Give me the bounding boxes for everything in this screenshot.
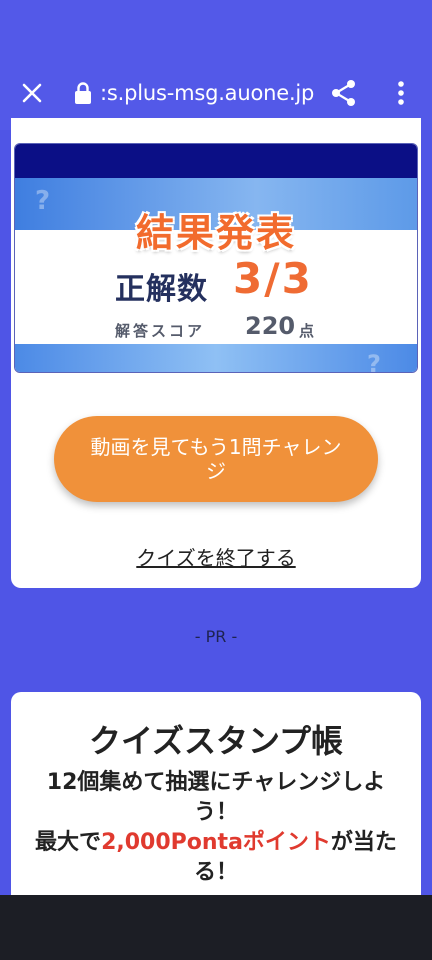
- share-icon: [332, 80, 355, 106]
- address-bar[interactable]: :s.plus-msg.auone.jp: [72, 78, 314, 108]
- browser-toolbar: :s.plus-msg.auone.jp: [0, 0, 432, 130]
- system-navigation-bar: [0, 895, 432, 960]
- close-button[interactable]: [14, 77, 50, 109]
- result-banner: ? ? 結果発表 正解数 3/3 解答スコア 220 点: [14, 143, 418, 373]
- toolbar-row: :s.plus-msg.auone.jp: [0, 68, 432, 118]
- banner-header-strip: [15, 144, 417, 178]
- more-vert-icon: [398, 81, 404, 105]
- points-value: 220: [245, 312, 296, 340]
- points-unit: 点: [299, 322, 315, 340]
- end-quiz-link-wrap: クイズを終了する: [11, 542, 421, 571]
- result-card: ? ? 結果発表 正解数 3/3 解答スコア 220 点 動画を見てもう1問チャ…: [11, 118, 421, 588]
- points-row: 解答スコア 220 点: [15, 312, 417, 342]
- score-label: 正解数: [115, 272, 208, 307]
- stamp-book-card[interactable]: クイズスタンプ帳 12個集めて抽選にチャレンジしよう！ 最大で2,000Pont…: [11, 692, 421, 912]
- stamp-desc-line2: 最大で2,000Pontaポイントが当たる！: [33, 828, 399, 888]
- challenge-button-label: 動画を見てもう1問チャレンジ: [90, 435, 342, 483]
- end-quiz-link[interactable]: クイズを終了する: [136, 546, 295, 570]
- question-mark-icon: ?: [367, 350, 381, 373]
- close-icon: [22, 83, 42, 103]
- stamp-book-title: クイズスタンプ帳: [88, 722, 344, 760]
- lock-icon: [75, 82, 91, 104]
- url-text: :s.plus-msg.auone.jp: [100, 81, 315, 105]
- result-title: 結果発表: [135, 211, 296, 255]
- banner-bottom-band: [15, 344, 417, 372]
- ponta-points-highlight: 2,000Pontaポイント: [101, 830, 331, 855]
- score-row: 正解数 3/3: [15, 254, 417, 307]
- watch-video-challenge-button[interactable]: 動画を見てもう1問チャレンジ: [54, 416, 378, 502]
- pr-label: - PR -: [194, 627, 238, 646]
- stamp-desc-prefix: 最大で: [35, 830, 102, 855]
- score-value: 3/3: [233, 254, 313, 303]
- stamp-book-description: 12個集めて抽選にチャレンジしよう！ 最大で2,000Pontaポイントが当たる…: [33, 768, 399, 888]
- stamp-desc-line1: 12個集めて抽選にチャレンジしよう！: [46, 770, 386, 825]
- share-button[interactable]: [326, 77, 362, 109]
- more-options-button[interactable]: [386, 77, 416, 109]
- points-label: 解答スコア: [115, 322, 206, 340]
